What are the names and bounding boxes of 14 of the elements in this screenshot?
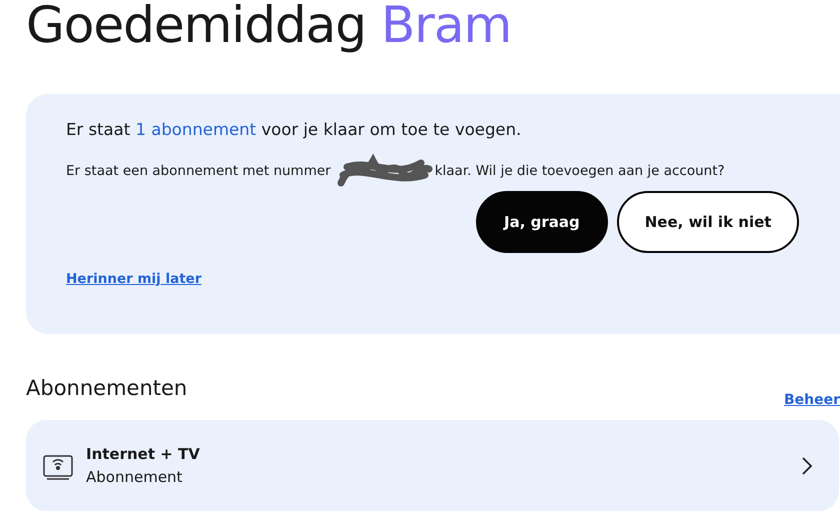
notice-title: Er staat 1 abonnement voor je klaar om toe te voegen. — [66, 120, 522, 139]
accept-button[interactable]: Ja, graag — [476, 191, 608, 253]
decline-button[interactable]: Nee, wil ik niet — [616, 191, 800, 253]
subscription-item[interactable]: Internet + TV Abonnement — [26, 420, 839, 511]
section-title: Abonnementen — [26, 376, 188, 400]
subscription-count-link[interactable]: 1 abonnement — [135, 120, 256, 139]
notice-text: klaar. Wil je die toevoegen aan je account? — [434, 163, 725, 179]
greeting-heading: Goedemiddag Bram — [26, 0, 512, 54]
item-type: Abonnement — [86, 468, 184, 486]
chevron-right-icon — [801, 456, 813, 476]
item-name: Internet + TV — [86, 445, 201, 463]
notice-text: Er staat een abonnement met nummer — [66, 163, 331, 179]
remind-later-link[interactable]: Herinner mij later — [66, 271, 202, 287]
manage-link[interactable]: Beheer — [784, 392, 840, 408]
